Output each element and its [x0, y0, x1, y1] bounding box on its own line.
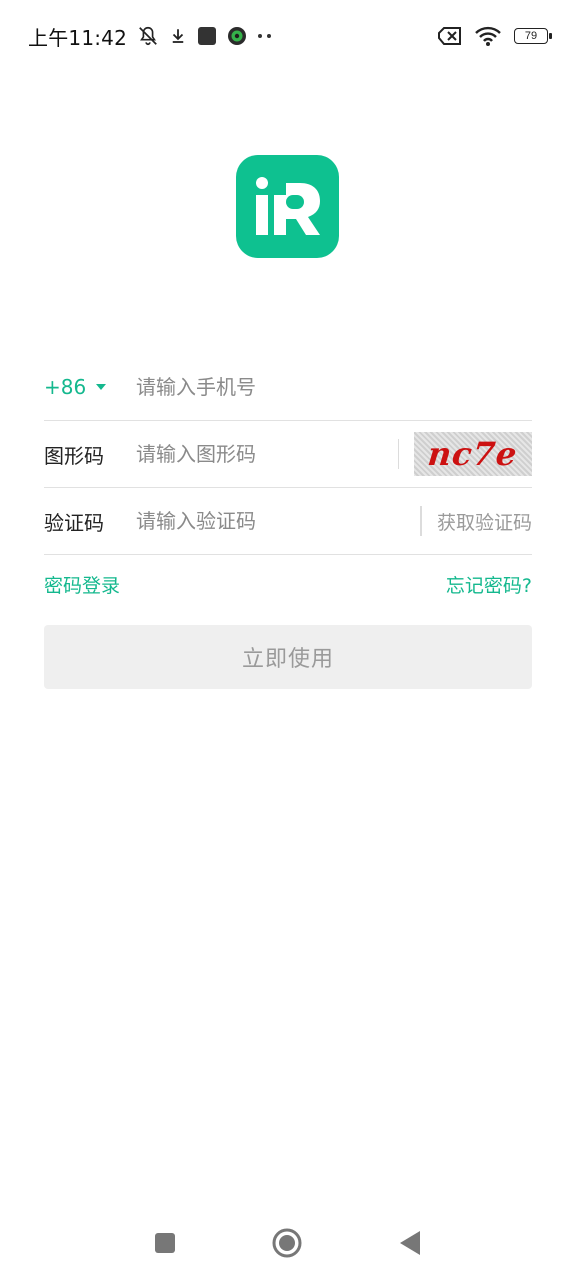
- forgot-password-link[interactable]: 忘记密码?: [446, 571, 532, 598]
- country-code: +86: [44, 375, 87, 399]
- divider: [420, 506, 422, 536]
- back-triangle-icon: [400, 1231, 420, 1255]
- code-label: 验证码: [44, 510, 104, 535]
- app-badge-icon: [227, 26, 247, 46]
- app-square-icon: [197, 26, 217, 46]
- battery-level: 79: [524, 30, 538, 42]
- form-links: 密码登录 忘记密码?: [44, 571, 532, 598]
- login-screen: 上午11:42 79 +86 请输入手机号 图形码 请输入图形码 nc7e 验证…: [0, 0, 576, 1280]
- captcha-image-text: nc7e: [426, 435, 520, 473]
- status-bar: 上午11:42 79: [0, 0, 576, 72]
- app-logo: [236, 155, 339, 258]
- phone-row: +86: [44, 354, 532, 421]
- captcha-image[interactable]: nc7e: [414, 432, 532, 476]
- status-time: 上午11:42: [28, 25, 128, 50]
- caret-down-icon: [96, 384, 107, 390]
- captcha-input[interactable]: [136, 434, 398, 474]
- circle-icon: [272, 1228, 302, 1258]
- phone-input[interactable]: [136, 367, 532, 407]
- status-bar-right: 79: [438, 25, 552, 47]
- get-code-button[interactable]: 获取验证码: [437, 508, 532, 535]
- wifi-icon: [474, 25, 502, 47]
- password-login-link[interactable]: 密码登录: [44, 571, 120, 598]
- submit-button[interactable]: 立即使用: [44, 625, 532, 689]
- captcha-row: 图形码 nc7e: [44, 421, 532, 488]
- more-dots-icon: [257, 33, 273, 39]
- system-nav-bar: [0, 1210, 576, 1280]
- download-icon: [169, 27, 187, 45]
- back-button[interactable]: [398, 1230, 422, 1260]
- code-row: 验证码 获取验证码: [44, 488, 532, 555]
- login-form: +86 图形码 nc7e 验证码 获取验证码 密码登录 忘记密码? 立即使用: [44, 354, 532, 689]
- battery-icon: 79: [514, 28, 552, 44]
- mute-icon: [137, 25, 159, 47]
- sim-off-icon: [438, 27, 462, 45]
- square-icon: [155, 1233, 175, 1253]
- logo-ir-icon: [255, 176, 320, 235]
- captcha-label: 图形码: [44, 443, 104, 468]
- home-button[interactable]: [272, 1228, 302, 1262]
- code-input[interactable]: [136, 501, 421, 541]
- status-bar-left: 上午11:42: [28, 22, 273, 51]
- divider: [397, 439, 399, 469]
- country-code-selector[interactable]: +86: [44, 375, 136, 399]
- recents-button[interactable]: [154, 1232, 176, 1258]
